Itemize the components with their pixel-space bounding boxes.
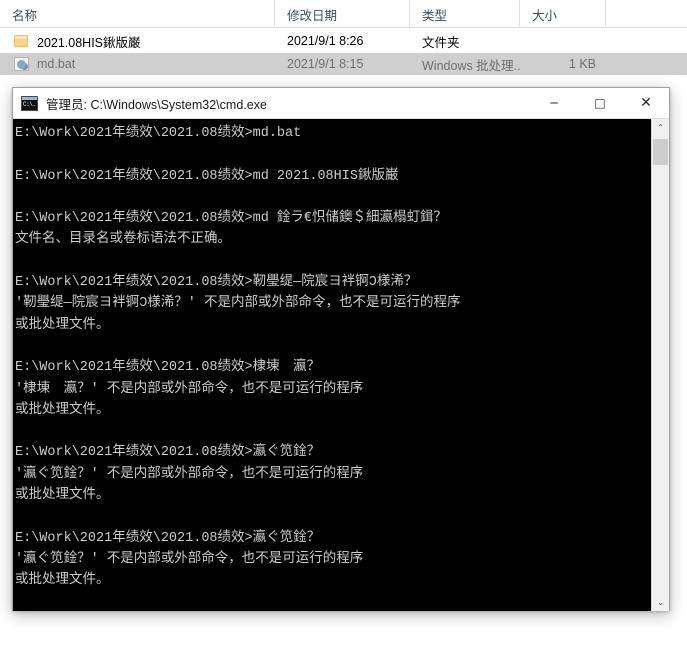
file-type-cell: Windows 批处理... — [422, 58, 520, 73]
maximize-button[interactable]: □ — [577, 88, 623, 118]
scrollbar-track[interactable] — [652, 136, 669, 594]
folder-icon — [14, 35, 28, 47]
bat-file-icon — [14, 57, 29, 71]
console-output[interactable]: E:\Work\2021年绩效\2021.08绩效>md.bat E:\Work\… — [13, 119, 651, 611]
table-row[interactable]: 2021.08HIS鍬版巌 2021/9/1 8:26 文件夹 — [0, 30, 687, 52]
cmd-window: C:\. 管理员: C:\Windows\System32\cmd.exe ─ … — [12, 87, 670, 611]
file-date-cell: 2021/9/1 8:26 — [287, 34, 364, 48]
file-name-cell: 2021.08HIS鍬版巌 — [0, 30, 275, 52]
file-row-spacer — [606, 53, 687, 75]
scrollbar-thumb[interactable] — [653, 139, 668, 165]
console-line: 或批处理文件。 — [15, 317, 110, 333]
file-date-cell: 2021/9/1 8:15 — [287, 57, 364, 71]
cmd-title-text: 管理员: C:\Windows\System32\cmd.exe — [46, 97, 267, 112]
file-size-cell — [520, 30, 606, 52]
console-line: 文件名、目录名或卷标语法不正确。 — [15, 232, 231, 248]
column-header-size[interactable]: 大小 — [520, 0, 606, 28]
screenshot-root: ▲ 名称 修改日期 类型 大小 2021.08HIS鍬版巌 2021/9/1 8… — [0, 0, 687, 654]
console-icon: C:\. — [21, 95, 38, 111]
close-button[interactable]: ✕ — [623, 88, 669, 118]
console-line: '瀛ぐ笕鍂？' 不是内部或外部命令，也不是可运行的程序 — [15, 551, 364, 567]
column-header-name-label: 名称 — [12, 8, 38, 23]
file-name-label: 2021.08HIS鍬版巌 — [37, 35, 141, 50]
file-type-cell: 文件夹 — [422, 35, 460, 50]
console-scrollbar[interactable]: ⌃ ⌄ — [651, 119, 669, 611]
console-line: 或批处理文件。 — [15, 402, 110, 418]
file-size-cell: 1 KB — [568, 57, 596, 71]
console-line: '靭璺缇―院宸ヨ袢锕Ɔ様浠？' 不是内部或外部命令，也不是可运行的程序 — [15, 296, 461, 312]
cmd-titlebar[interactable]: C:\. 管理员: C:\Windows\System32\cmd.exe ─ … — [13, 88, 669, 119]
console-area: E:\Work\2021年绩效\2021.08绩效>md.bat E:\Work\… — [13, 119, 669, 611]
console-icon-text: C:\. — [22, 99, 37, 110]
console-line: E:\Work\2021年绩效\2021.08绩效>靭璺缇―院宸ヨ袢锕Ɔ様浠？ — [15, 275, 418, 291]
column-header-type-label: 类型 — [422, 8, 448, 23]
table-row[interactable]: md.bat 2021/9/1 8:15 Windows 批处理... 1 KB — [0, 53, 687, 75]
column-header-date[interactable]: 修改日期 — [275, 0, 410, 28]
file-name-label: md.bat — [37, 57, 76, 71]
console-line: E:\Work\2021年绩效\2021.08绩效>md 2021.08HIS鍬… — [15, 168, 399, 184]
file-name-cell: md.bat — [0, 53, 275, 75]
column-header-divider — [0, 27, 687, 28]
scroll-up-icon[interactable]: ⌃ — [652, 119, 669, 136]
column-header-type[interactable]: 类型 — [410, 0, 520, 28]
console-line: 或批处理文件。 — [15, 573, 110, 589]
minimize-button[interactable]: ─ — [531, 88, 577, 118]
console-line: '棣埬 瀛？' 不是内部或外部命令，也不是可运行的程序 — [15, 381, 364, 397]
console-line: E:\Work\2021年绩效\2021.08绩效>md.bat — [15, 126, 302, 141]
window-controls: ─ □ ✕ — [531, 88, 669, 118]
console-line: E:\Work\2021年绩效\2021.08绩效>瀛ぐ笕鍂？ — [15, 445, 321, 461]
file-explorer-list: ▲ 名称 修改日期 类型 大小 2021.08HIS鍬版巌 2021/9/1 8… — [0, 0, 687, 78]
console-line: E:\Work\2021年绩效\2021.08绩效>棣埬 瀛？ — [15, 360, 321, 376]
column-header-date-label: 修改日期 — [287, 8, 338, 23]
column-header-name[interactable]: 名称 — [0, 0, 275, 28]
scroll-down-icon[interactable]: ⌄ — [652, 594, 669, 611]
console-line: 或批处理文件。 — [15, 488, 110, 504]
console-line: E:\Work\2021年绩效\2021.08绩效>md 鍂ラ€怾储鐭＄細瀛榻虰… — [15, 211, 448, 227]
column-header-row: 名称 修改日期 类型 大小 — [0, 0, 687, 28]
column-header-spacer — [606, 0, 687, 28]
column-header-size-label: 大小 — [532, 8, 558, 23]
console-line: E:\Work\2021年绩效\2021.08绩效>瀛ぐ笕鍂？ — [15, 530, 321, 546]
console-line: '瀛ぐ笕鍂？' 不是内部或外部命令，也不是可运行的程序 — [15, 466, 364, 482]
file-row-spacer — [606, 30, 687, 52]
